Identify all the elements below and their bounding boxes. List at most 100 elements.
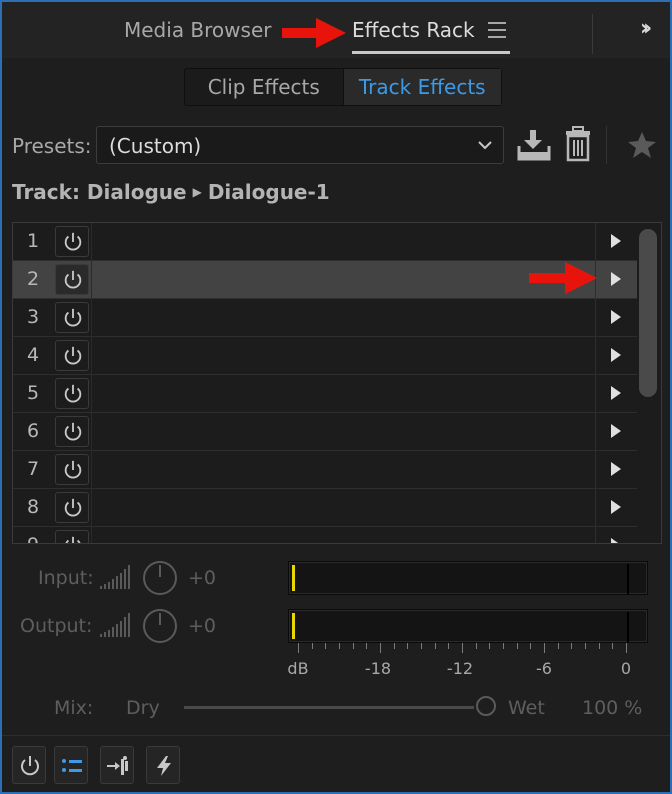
output-gain-knob[interactable] (143, 609, 177, 643)
rack-power-button[interactable] (12, 746, 46, 784)
effects-mode-toggle: Clip Effects Track Effects (184, 68, 502, 106)
delete-preset-icon[interactable] (564, 126, 592, 162)
save-preset-icon[interactable] (516, 128, 554, 162)
track-name: Track: Dialogue (12, 180, 187, 204)
effect-slot-row[interactable]: 7 (13, 451, 637, 489)
power-icon (64, 232, 82, 251)
scale-tick (325, 643, 327, 649)
tab-divider (592, 14, 593, 54)
power-icon (21, 756, 39, 776)
slot-number: 3 (26, 306, 40, 328)
slot-effect-area[interactable] (91, 451, 595, 488)
slot-power-button[interactable] (55, 454, 89, 485)
scale-tick (489, 643, 491, 649)
track-effects-button[interactable]: Track Effects (342, 69, 501, 105)
mix-slider-track[interactable] (184, 706, 474, 709)
scale-tick (557, 643, 559, 649)
effect-slot-row[interactable]: 8 (13, 489, 637, 527)
tab-media-browser[interactable]: Media Browser (124, 18, 271, 42)
annotation-arrow-icon (529, 262, 597, 294)
effect-slot-row[interactable]: 1 (13, 223, 637, 261)
track-subname: Dialogue-1 (207, 180, 330, 204)
mix-label: Mix: (54, 697, 94, 719)
annotation-arrow-icon (282, 18, 346, 48)
slot-power-button[interactable] (55, 378, 89, 409)
output-meter-peak (292, 613, 295, 639)
slot-number: 2 (26, 268, 40, 290)
tab-effects-rack[interactable]: Effects Rack (352, 18, 475, 42)
list-scrollbar[interactable] (639, 229, 657, 397)
scale-tick (434, 643, 436, 649)
slot-power-button[interactable] (55, 340, 89, 371)
favorite-star-icon[interactable] (626, 130, 658, 160)
slot-effect-area[interactable] (91, 413, 595, 450)
presets-label: Presets: (12, 134, 92, 158)
slot-menu-button[interactable] (595, 223, 637, 260)
effect-slot-row[interactable]: 9 (13, 527, 637, 543)
effect-slot-row[interactable]: 3 (13, 299, 637, 337)
scale-tick (612, 643, 614, 649)
menu-icon[interactable] (488, 22, 506, 38)
slot-power-button[interactable] (55, 492, 89, 523)
power-icon (64, 422, 82, 441)
slot-menu-button[interactable] (595, 261, 637, 298)
power-icon (64, 460, 82, 479)
slot-power-button[interactable] (55, 264, 89, 295)
effect-slot-row[interactable]: 5 (13, 375, 637, 413)
slot-power-button[interactable] (55, 530, 89, 543)
presets-dropdown[interactable]: (Custom) (96, 126, 504, 164)
footer-divider (2, 735, 670, 736)
output-value: +0 (188, 615, 217, 637)
effect-slot-row[interactable]: 6 (13, 413, 637, 451)
slot-effect-area[interactable] (91, 527, 595, 543)
slot-number: 8 (26, 496, 40, 518)
db-scale: dB -18 -12 -6 0 (287, 643, 648, 681)
expand-panels-icon[interactable]: ›› (640, 16, 652, 41)
scale-tick (298, 643, 299, 653)
slot-power-button[interactable] (55, 416, 89, 447)
slot-effect-area[interactable] (91, 337, 595, 374)
scale-label-minus-12: -12 (446, 659, 474, 678)
input-level-bars-icon (100, 565, 130, 589)
input-meter (288, 561, 648, 595)
mix-slider-handle[interactable] (476, 696, 496, 716)
power-icon (64, 346, 82, 365)
scale-label-0: 0 (620, 659, 632, 678)
scale-tick (530, 643, 532, 649)
slot-menu-button[interactable] (595, 375, 637, 412)
play-triangle-icon (611, 234, 621, 248)
slot-menu-button[interactable] (595, 413, 637, 450)
input-gain-knob[interactable] (143, 561, 177, 595)
play-triangle-icon (611, 348, 621, 362)
power-icon (64, 498, 82, 517)
input-meter-clip-line (627, 564, 629, 594)
slot-menu-button[interactable] (595, 527, 637, 543)
power-icon (64, 270, 82, 289)
scale-tick (352, 643, 354, 649)
slot-menu-button[interactable] (595, 299, 637, 336)
breadcrumb-separator-icon: ▶ (192, 185, 202, 199)
slot-effect-area[interactable] (91, 375, 595, 412)
presets-value: (Custom) (109, 134, 202, 158)
slot-effect-area[interactable] (91, 489, 595, 526)
slot-menu-button[interactable] (595, 337, 637, 374)
scale-tick (475, 643, 477, 649)
slot-effect-area[interactable] (91, 261, 595, 298)
track-breadcrumb: Track: Dialogue ▶ Dialogue-1 (12, 180, 330, 204)
mix-percent: 100 % (582, 697, 643, 719)
scale-tick (585, 643, 586, 649)
routing-button[interactable] (100, 746, 134, 784)
apply-process-button[interactable] (146, 746, 180, 784)
effect-slot-row[interactable]: 4 (13, 337, 637, 375)
slot-power-button[interactable] (55, 226, 89, 257)
slot-effect-area[interactable] (91, 299, 595, 336)
play-triangle-icon (611, 500, 621, 514)
slot-menu-button[interactable] (595, 489, 637, 526)
slot-menu-button[interactable] (595, 451, 637, 488)
clip-effects-button[interactable]: Clip Effects (185, 69, 343, 105)
slot-power-button[interactable] (55, 302, 89, 333)
scale-label-db: dB (287, 659, 309, 678)
play-triangle-icon (611, 538, 621, 543)
show-list-button[interactable] (54, 746, 88, 784)
slot-effect-area[interactable] (91, 223, 595, 260)
